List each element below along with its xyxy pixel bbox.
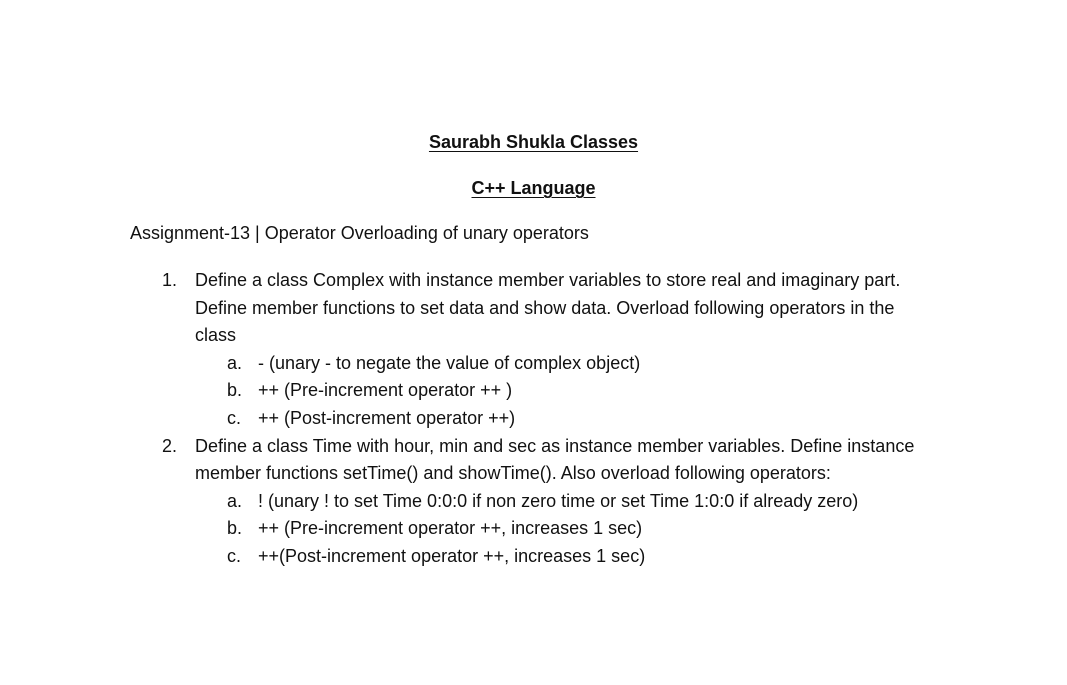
- sub-item-letter: c.: [227, 545, 242, 566]
- sub-item-letter: b.: [227, 380, 243, 401]
- document-page: Saurabh Shukla Classes C++ Language Assi…: [0, 0, 1067, 685]
- assignment-heading: Assignment-13 | Operator Overloading of …: [130, 223, 589, 243]
- question-list: 1. Define a class Complex with instance …: [0, 267, 1067, 571]
- question-1: 1. Define a class Complex with instance …: [0, 267, 925, 433]
- sub-item: a. - (unary - to negate the value of com…: [195, 350, 925, 378]
- sub-item-text: ++(Post-increment operator ++, increases…: [258, 545, 646, 566]
- sub-item: b. ++ (Pre-increment operator ++ ): [195, 377, 925, 405]
- sub-item-letter: c.: [227, 407, 242, 428]
- sub-item: a. ! (unary ! to set Time 0:0:0 if non z…: [195, 488, 925, 516]
- sub-item-letter: a.: [227, 490, 243, 511]
- document-title: Saurabh Shukla Classes: [428, 132, 639, 152]
- question-text-line: class: [195, 325, 237, 346]
- question-number: 1.: [162, 270, 178, 290]
- sub-item-text: - (unary - to negate the value of comple…: [258, 352, 641, 373]
- question-text-line: Define a class Complex with instance mem…: [195, 270, 901, 290]
- sub-item-letter: b.: [227, 518, 243, 539]
- sub-item: c. ++(Post-increment operator ++, increa…: [195, 543, 925, 571]
- question-number: 2.: [162, 435, 178, 456]
- question-2: 2. Define a class Time with hour, min an…: [0, 433, 925, 571]
- sub-item: b. ++ (Pre-increment operator ++, increa…: [195, 515, 925, 543]
- question-text-line: Define a class Time with hour, min and s…: [195, 435, 915, 456]
- question-text-line: member functions setTime() and showTime(…: [195, 463, 831, 484]
- sub-item-text: ++ (Pre-increment operator ++ ): [258, 380, 513, 401]
- sub-item: c. ++ (Post-increment operator ++): [195, 405, 925, 433]
- sub-item-text: ! (unary ! to set Time 0:0:0 if non zero…: [258, 490, 859, 511]
- sub-item-letter: a.: [227, 352, 243, 373]
- question-text-line: Define member functions to set data and …: [195, 297, 895, 318]
- document-subtitle: C++ Language: [471, 178, 596, 198]
- sub-item-text: ++ (Post-increment operator ++): [258, 407, 516, 428]
- sub-item-text: ++ (Pre-increment operator ++, increases…: [258, 518, 643, 539]
